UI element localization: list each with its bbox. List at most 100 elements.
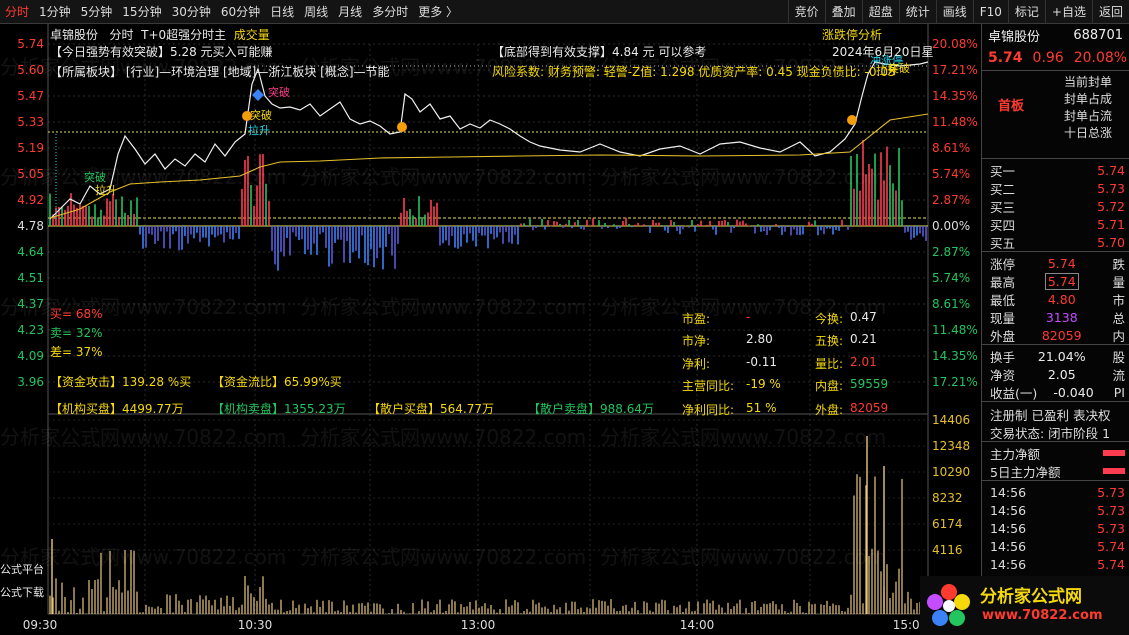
order-book: 买一 5.74 买二 5.73 买三 5.72 买四 5.71 买五 5.70 xyxy=(982,158,1129,251)
watermark-text: 分析家公式网www.70822.com xyxy=(600,165,886,189)
quote-value: 5.74 xyxy=(1047,255,1076,271)
net-yoy-value: 51 % xyxy=(746,401,777,415)
tick-value: 5.74 xyxy=(1097,538,1125,554)
turnover-label: 今换: xyxy=(815,312,844,326)
reg-text: 注册制 已盈利 表决权 xyxy=(990,407,1111,423)
y-right-label: 0.00% xyxy=(932,219,970,233)
formula-platform-link[interactable]: 公式平台 xyxy=(0,561,44,577)
book-value: 5.70 xyxy=(1097,234,1125,250)
period-tab-0[interactable]: 分时 xyxy=(0,0,34,24)
quote-row-4: 外盘 82059 内 xyxy=(982,326,1129,344)
tool-button-0[interactable]: 竞价 xyxy=(787,0,825,24)
period-tab-8[interactable]: 月线 xyxy=(333,0,367,24)
top-toolbar: 分时 1分钟 5分钟 15分钟 30分钟 60分钟 日线 周线 月线 多分时 更多 〉 竞价 叠加 超盘… xyxy=(0,0,1129,24)
tick-list: 14:56 5.73 14:56 5.73 14:56 5.73 14:56 5.74 14:5… xyxy=(982,480,1129,573)
period-tab-4[interactable]: 30分钟 xyxy=(167,0,216,24)
institution-buy: 【机构买盘】4499.77万 xyxy=(50,402,184,416)
volume-axis-label: 4116 xyxy=(932,543,963,557)
quote-label: 最高 xyxy=(990,274,1016,290)
tool-button-7[interactable]: +自选 xyxy=(1044,0,1092,24)
profit-label: 净利: xyxy=(682,357,711,371)
y-left-label: 4.64 xyxy=(17,245,44,259)
retail-buy: 【散户买盘】564.77万 xyxy=(368,402,494,416)
tick-value: 5.73 xyxy=(1097,484,1125,500)
quote-value: 5.74 xyxy=(1044,272,1079,290)
period-tab-7[interactable]: 周线 xyxy=(299,0,333,24)
turnover5-value: 0.21 xyxy=(850,332,877,346)
sell-ratio: 卖= 32% xyxy=(50,326,103,340)
chart-formula[interactable]: T+0超强分时主 xyxy=(141,28,226,42)
period-tab-10[interactable]: 更多 〉 xyxy=(413,0,463,24)
money-attack: 【资金攻击】139.28 %买 xyxy=(50,375,192,389)
y-right-label: 11.48% xyxy=(932,115,978,129)
stats-tail: PI xyxy=(1113,384,1125,400)
y-left-label: 4.78 xyxy=(17,219,44,233)
volume-axis-label: 6174 xyxy=(932,517,963,531)
main-yoy-label: 主营同比: xyxy=(682,379,735,393)
tool-button-3[interactable]: 统计 xyxy=(898,0,936,24)
retail-sell: 【散户卖盘】988.64万 xyxy=(528,402,654,416)
tool-button-6[interactable]: 标记 xyxy=(1007,0,1045,24)
signal-date: 2024年6月20日星 xyxy=(832,45,934,59)
quote-value: 82059 xyxy=(1041,327,1082,343)
quote-tail: 内 xyxy=(1112,328,1125,344)
tool-button-1[interactable]: 叠加 xyxy=(824,0,862,24)
hand-marker-icon xyxy=(397,122,407,132)
money-flow-ratio: 【资金流比】65.99%买 xyxy=(212,375,342,389)
period-tab-6[interactable]: 日线 xyxy=(265,0,299,24)
tool-button-8[interactable]: 返回 xyxy=(1091,0,1129,24)
main-net-bar xyxy=(1103,450,1125,456)
y-right-label: 8.61% xyxy=(932,297,970,311)
limit-note-0: 当前封单 xyxy=(1064,75,1113,89)
tick-row-2: 14:56 5.73 xyxy=(982,519,1129,537)
period-tab-1[interactable]: 1分钟 xyxy=(34,0,76,24)
main-net5-row[interactable]: 5日主力净额 xyxy=(982,462,1129,480)
annotation-label: 突破 xyxy=(268,85,290,99)
y-right-label: 14.35% xyxy=(932,349,978,363)
chart-area[interactable]: 5.74 20.08% 5.60 17.21% 5.47 14.35% 5.33 11.48%… xyxy=(0,24,980,635)
tool-button-5[interactable]: F10 xyxy=(972,0,1008,24)
panel-pct: 20.08% xyxy=(1073,50,1128,66)
period-tab-9[interactable]: 多分时 xyxy=(367,0,413,24)
volume-ratio-label: 量比: xyxy=(815,357,844,371)
limit-note-3: 十日总涨 xyxy=(1064,126,1113,140)
quote-tail: 总 xyxy=(1112,310,1125,326)
volume-axis-label: 8232 xyxy=(932,491,963,505)
stats-label: 净资 xyxy=(990,367,1016,383)
quote-row-2: 最低 4.80 市 xyxy=(982,290,1129,308)
book-label: 买一 xyxy=(990,163,1016,179)
state-line: 交易状态: 闭市阶段 1 xyxy=(982,423,1129,441)
logo-url: www.70822.com xyxy=(982,608,1103,623)
tool-button-4[interactable]: 画线 xyxy=(935,0,973,24)
tool-button-2[interactable]: 超盘 xyxy=(861,0,899,24)
formula-download-link[interactable]: 公式下载 xyxy=(0,584,44,600)
outer-value: 82059 xyxy=(850,401,889,415)
y-left-label: 3.96 xyxy=(17,375,44,389)
panel-change: 0.96 xyxy=(1032,50,1064,66)
stats-tail: 流 xyxy=(1112,367,1125,383)
intraday-chart-svg[interactable]: 5.74 20.08%5.60 17.21%5.47 14.35%5.33 11.48%… xyxy=(0,24,980,635)
book-row-4: 买五 5.70 xyxy=(982,233,1129,251)
watermark-text: 分析家公式网www.70822.com xyxy=(0,425,286,449)
hand-marker-icon xyxy=(847,115,857,125)
quote-label: 最低 xyxy=(990,292,1016,308)
period-tab-3[interactable]: 15分钟 xyxy=(117,0,166,24)
x-axis-label: 09:30 xyxy=(23,618,58,632)
chart-indicator[interactable]: 成交量 xyxy=(234,28,270,42)
tick-label: 14:56 xyxy=(990,556,1027,572)
watermark-text: 分析家公式网www.70822.com xyxy=(300,295,586,319)
pb-label: 市净: xyxy=(682,334,711,348)
inner-label: 内盘: xyxy=(815,379,844,393)
main-net-row[interactable]: 主力净额 xyxy=(982,444,1129,462)
stats-row-2: 收益(一) -0.040 PI xyxy=(982,383,1129,401)
period-tab-5[interactable]: 60分钟 xyxy=(216,0,265,24)
stats-row-1: 净资 2.05 流 xyxy=(982,365,1129,383)
quote-panel: 卓锦股份 688701 5.74 0.96 20.08% 首板 当前封单 封单占成… xyxy=(981,24,1129,635)
stats-value: 21.04% xyxy=(1037,348,1086,364)
period-tab-2[interactable]: 5分钟 xyxy=(76,0,118,24)
watermark-text: 分析家公式网www.70822.com xyxy=(0,295,286,319)
limit-analysis-link[interactable]: 涨跌停分析 xyxy=(822,26,882,43)
x-axis-label: 14:00 xyxy=(680,618,715,632)
y-right-label: 5.74% xyxy=(932,271,970,285)
quote-row-3: 现量 3138 总 xyxy=(982,308,1129,326)
